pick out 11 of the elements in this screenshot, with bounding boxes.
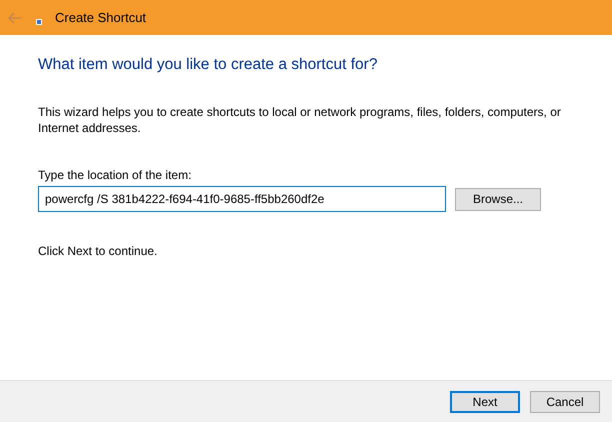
browse-button[interactable]: Browse... (455, 188, 541, 211)
wizard-button[interactable]: Cancel (530, 390, 600, 412)
hint-text: Click Next to continue. (38, 243, 158, 260)
location-field[interactable]: powercfg /S 381b4222-f694-41f0-9685-ff5bb260df2e (38, 186, 446, 212)
wizard-button[interactable]: Next (450, 390, 520, 412)
description-text: This wizard helps you to create shortcuts to local or network programs, files, folders, computers, or Internet addresses. (38, 104, 562, 136)
back-arrow-icon[interactable] (8, 12, 22, 24)
window-title: Create Shortcut (55, 8, 146, 27)
wizard-heading: What item would you like to create a shortcut for? (38, 55, 378, 75)
shortcut-icon (36, 18, 42, 24)
location-label: Type the location of the item: (38, 167, 192, 184)
